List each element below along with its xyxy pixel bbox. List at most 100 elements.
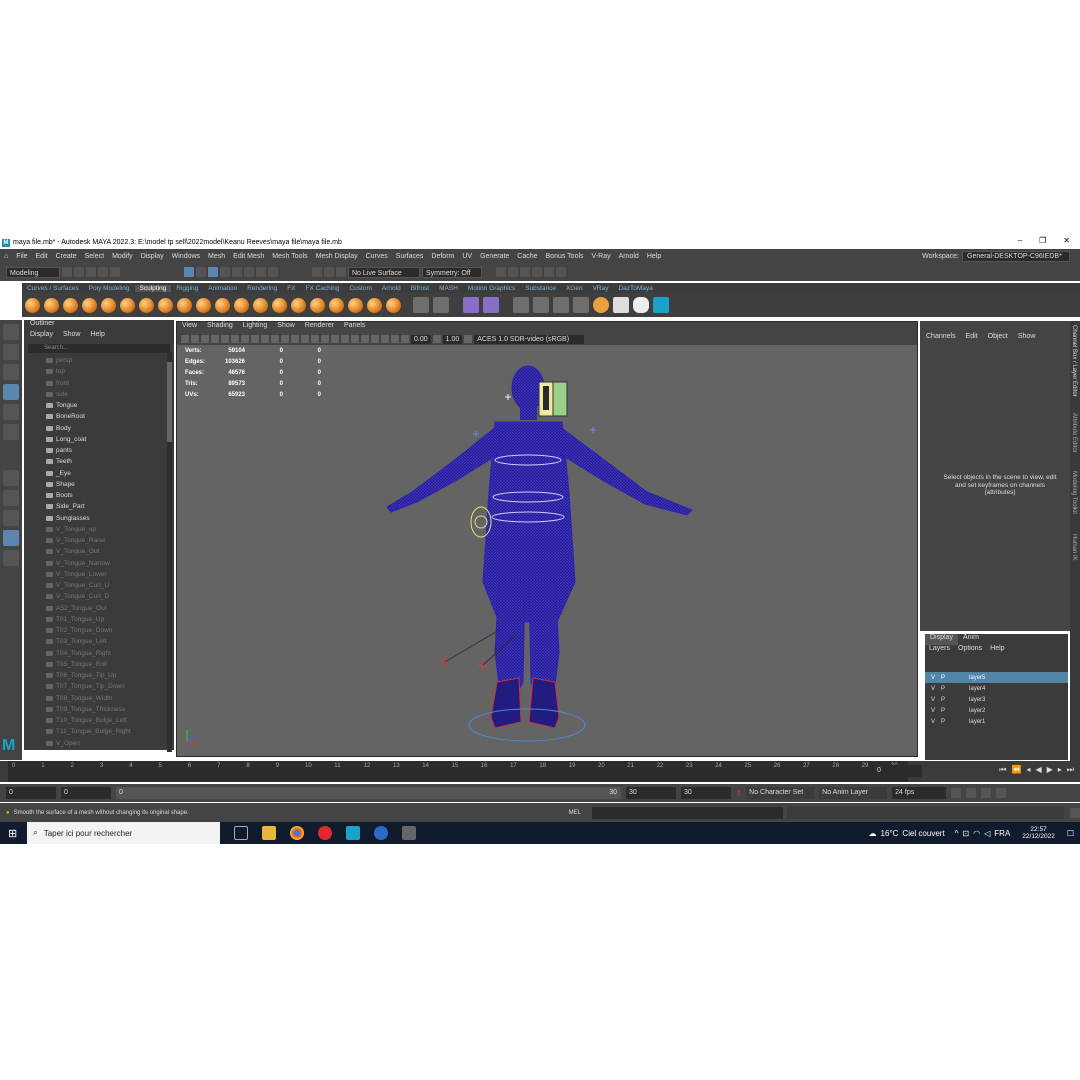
exposure-field[interactable]: 0.00 [411,334,431,344]
outliner-item[interactable]: T05_Tongue_Roll [46,659,174,670]
outliner-item[interactable]: V_Open [46,738,174,749]
gamma-icon[interactable] [432,335,441,343]
hypershade-icon[interactable] [532,267,542,277]
outliner-item[interactable]: T08_Tongue_Width [46,693,174,704]
camera-attr-icon[interactable] [191,335,199,343]
outliner-item[interactable]: top [46,366,174,377]
history-icon[interactable] [312,267,322,277]
outliner-item[interactable]: V_Tongue_up [46,524,174,535]
layer-playback-toggle[interactable]: P [941,697,945,703]
menu-deform[interactable]: Deform [427,253,458,260]
outliner-search-input[interactable]: Search... [28,344,170,353]
layer-options-menu[interactable]: Options [958,645,982,656]
camera-icon[interactable] [181,335,189,343]
layer-tab-anim[interactable]: Anim [958,634,984,645]
menu-mesh-tools[interactable]: Mesh Tools [268,253,311,260]
outliner-item[interactable]: Side_Part [46,501,174,512]
outliner-menu-help[interactable]: Help [90,331,104,342]
fill-brush-icon[interactable] [253,297,268,313]
sculpt-brush-icon[interactable] [25,297,40,313]
key-icon[interactable] [981,788,992,798]
select-by-object-icon[interactable] [196,267,206,277]
menu-select[interactable]: Select [81,253,108,260]
wireframe-on-shaded-icon[interactable] [301,335,309,343]
shadows-icon[interactable] [331,335,339,343]
outliner-item[interactable]: T09_Tongue_Thickness [46,704,174,715]
outliner-item[interactable]: V_Tongue_Curl_D [46,591,174,602]
layer-playback-toggle[interactable]: P [941,708,945,714]
outliner-item[interactable]: Long_coat [46,434,174,445]
layer-row[interactable]: V Player1 [925,716,1068,727]
menu-windows[interactable]: Windows [168,253,204,260]
viewport-menu-shading[interactable]: Shading [202,322,238,333]
menu-help[interactable]: Help [643,253,665,260]
cube-icon[interactable] [573,297,589,313]
calculator-icon[interactable] [483,297,499,313]
pinch-brush-icon[interactable] [101,297,116,313]
home-icon[interactable]: ⌂ [0,253,12,260]
shelf-tab-bifrost[interactable]: Bifrost [406,285,434,292]
foamy-brush-icon[interactable] [139,297,154,313]
erase-brush-icon[interactable] [386,297,401,313]
close-icon[interactable]: ✕ [1063,236,1070,245]
outliner-item[interactable]: Sunglasses [46,513,174,524]
outliner-item[interactable]: Body [46,423,174,434]
shelf-tab-fx-caching[interactable]: FX Caching [301,285,345,292]
isolate-select-icon[interactable] [371,335,379,343]
resolution-gate-icon[interactable] [241,335,249,343]
smear-brush-icon[interactable] [291,297,306,313]
outliner-item[interactable]: V_Tongue_Lower [46,569,174,580]
viewport-menu-show[interactable]: Show [272,322,300,333]
menu-surfaces[interactable]: Surfaces [392,253,428,260]
notifications-icon[interactable]: ☐ [1067,829,1074,838]
menu-create[interactable]: Create [52,253,81,260]
layer-playback-toggle[interactable]: P [941,675,945,681]
mask-brush-icon[interactable] [367,297,382,313]
output-ops-icon[interactable] [336,267,346,277]
symmetry-dropdown[interactable]: Symmetry: Off [422,266,482,278]
arnold-render-icon[interactable] [544,267,554,277]
shelf-tab-motion-graphics[interactable]: Motion Graphics [463,285,520,292]
amplify-brush-icon[interactable] [329,297,344,313]
menu-curves[interactable]: Curves [362,253,392,260]
network-icon[interactable]: ⊡ [962,829,969,838]
channels-menu[interactable]: Channels [926,333,956,340]
snap-point-icon[interactable] [244,267,254,277]
outliner-menu-display[interactable]: Display [30,331,53,342]
menu-vray[interactable]: V-Ray [588,253,615,260]
timeline-ruler[interactable]: 0 1 2 3 4 5 6 7 8 9 10 11 12 13 14 15 16 17 18 19 20 21 22 23 24… [8,761,908,782]
shelf-tab-poly-modeling[interactable]: Poly Modeling [84,285,135,292]
shelf-tab-mash[interactable]: MASH [434,285,463,292]
volume-icon[interactable]: ◁ [984,829,990,838]
outliner-item[interactable]: Boots [46,490,174,501]
wifi-icon[interactable]: ◠ [973,829,980,838]
ambient-occlusion-icon[interactable] [341,335,349,343]
exposure-icon[interactable] [401,335,409,343]
shelf-tab-animation[interactable]: Animation [203,285,242,292]
outliner-item[interactable]: side [46,389,174,400]
pause-render-icon[interactable] [556,267,566,277]
grab-brush-icon[interactable] [82,297,97,313]
outliner-item[interactable]: T02_Tongue_Down [46,625,174,636]
shelf-tab-rigging[interactable]: Rigging [171,285,203,292]
outliner-item[interactable]: persp [46,355,174,366]
fps-dropdown[interactable]: 24 fps [892,787,947,799]
menu-arnold[interactable]: Arnold [615,253,643,260]
shelf-tab-rendering[interactable]: Rendering [242,285,282,292]
transform-icon[interactable] [463,297,479,313]
step-back-icon[interactable]: ◂ [1026,765,1030,775]
film-gate-icon[interactable] [231,335,239,343]
language-indicator[interactable]: FRA [994,829,1010,838]
chrome-icon[interactable] [290,826,305,840]
two-view-icon[interactable] [3,510,19,526]
snap-live-icon[interactable] [268,267,278,277]
flatten-brush-icon[interactable] [120,297,135,313]
skull-icon[interactable] [633,297,649,313]
playback-end-field[interactable]: 30 [626,787,676,799]
save-scene-icon[interactable] [86,267,96,277]
layer-playback-toggle[interactable]: P [941,686,945,692]
coin-icon[interactable] [593,297,609,313]
paint-select-icon[interactable] [3,364,19,380]
bulge-brush-icon[interactable] [310,297,325,313]
auto-key-icon[interactable]: ⚷ [736,789,741,797]
